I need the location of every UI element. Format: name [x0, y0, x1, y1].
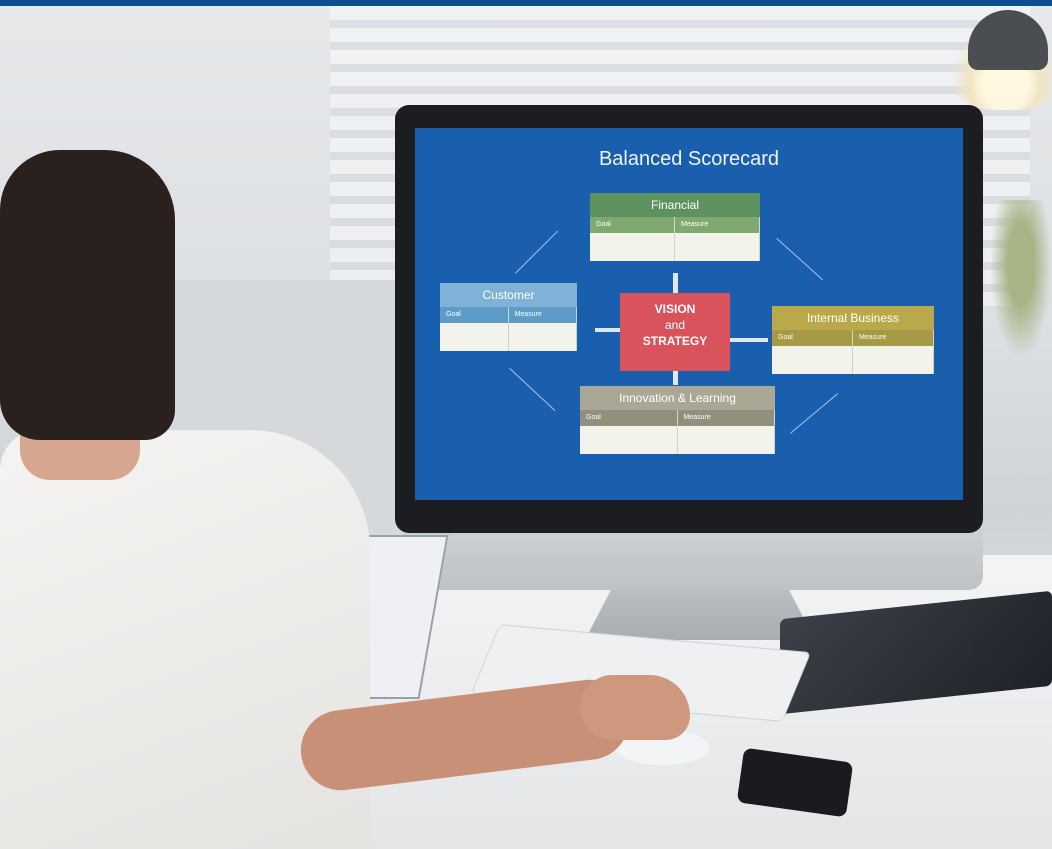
scorecard-title: Balanced Scorecard — [598, 148, 780, 170]
internal-business-header-row: Goal Measure — [772, 330, 934, 346]
person-hair — [0, 150, 175, 440]
goal-label: Goal — [590, 217, 675, 233]
financial-box: Financial Goal Measure — [590, 193, 760, 261]
customer-body — [440, 323, 577, 351]
innovation-learning-box: Innovation & Learning Goal Measure — [580, 386, 775, 454]
person-hand — [580, 675, 690, 740]
vision-strategy-box: VISION and STRATEGY — [620, 293, 730, 371]
connector-line — [776, 238, 824, 281]
monitor-screen: Balanced Scorecard Financial Goal Measur… — [415, 128, 963, 500]
customer-header-row: Goal Measure — [440, 307, 577, 323]
innovation-learning-header-row: Goal Measure — [580, 410, 775, 426]
arrow-right — [730, 338, 768, 342]
financial-body — [590, 233, 760, 261]
office-photo: Balanced Scorecard Financial Goal Measur… — [0, 0, 1052, 849]
connector-line — [515, 230, 559, 274]
innovation-learning-title: Innovation & Learning — [580, 386, 775, 410]
connector-line — [509, 368, 556, 412]
connector-line — [790, 393, 839, 434]
arrow-left — [595, 328, 620, 332]
internal-business-title: Internal Business — [772, 306, 934, 330]
goal-label: Goal — [440, 307, 509, 323]
measure-label: Measure — [675, 217, 760, 233]
internal-business-body — [772, 346, 934, 374]
person-shirt — [0, 430, 370, 849]
goal-label: Goal — [580, 410, 678, 426]
measure-label: Measure — [509, 307, 577, 323]
innovation-learning-body — [580, 426, 775, 454]
arrow-up — [673, 273, 678, 293]
goal-label: Goal — [772, 330, 853, 346]
and-label: and — [664, 318, 686, 332]
background-plant — [990, 200, 1052, 360]
customer-title: Customer — [440, 283, 577, 307]
arrow-down — [673, 371, 678, 385]
vision-label: VISION — [654, 302, 696, 316]
customer-box: Customer Goal Measure — [440, 283, 577, 351]
measure-label: Measure — [853, 330, 934, 346]
financial-title: Financial — [590, 193, 760, 217]
financial-header-row: Goal Measure — [590, 217, 760, 233]
measure-label: Measure — [678, 410, 775, 426]
internal-business-box: Internal Business Goal Measure — [772, 306, 934, 374]
strategy-label: STRATEGY — [642, 334, 708, 348]
